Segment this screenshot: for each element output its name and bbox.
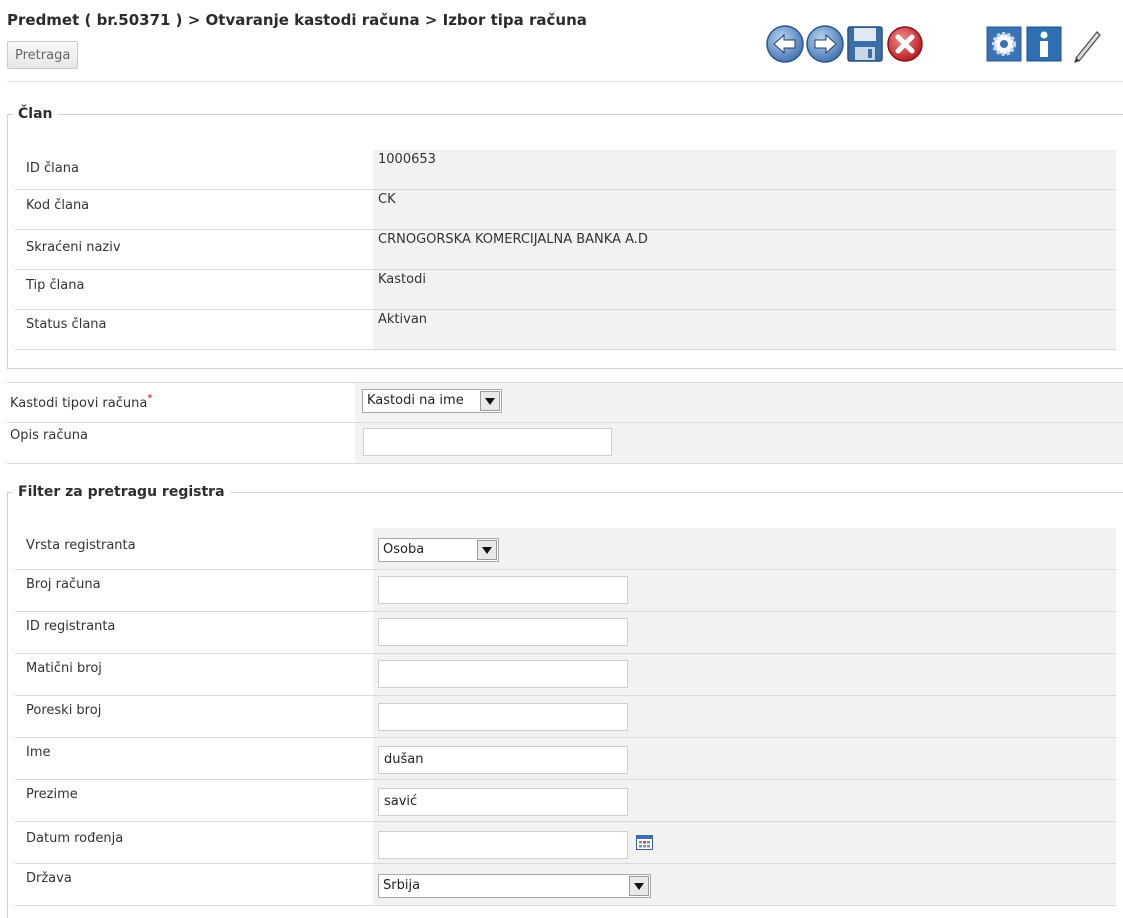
reg-number-input[interactable]: [378, 660, 628, 688]
calendar-icon[interactable]: [636, 835, 653, 850]
member-type-value: Kastodi: [378, 272, 426, 287]
info-icon[interactable]: [1024, 24, 1064, 64]
reg-number-row: Matični broj: [15, 654, 1116, 696]
country-selected: Srbija: [383, 878, 421, 893]
registrant-id-label: ID registranta: [26, 619, 116, 634]
last-name-label: Prezime: [26, 787, 78, 802]
registrant-type-selected: Osoba: [383, 542, 425, 557]
forward-icon[interactable]: [805, 24, 845, 64]
member-id-value: 1000653: [378, 152, 436, 167]
country-select[interactable]: Srbija: [378, 874, 651, 898]
member-shortname-value: CRNOGORSKA KOMERCIJALNA BANKA A.D: [378, 232, 648, 247]
tax-number-input[interactable]: [378, 703, 628, 731]
country-row: Država Srbija: [15, 864, 1116, 906]
country-label: Država: [26, 871, 72, 886]
chevron-down-icon[interactable]: [480, 391, 500, 411]
member-status-label: Status člana: [26, 317, 107, 332]
birth-date-label: Datum rođenja: [26, 831, 124, 846]
first-name-row: Ime dušan: [15, 738, 1116, 780]
chevron-down-icon[interactable]: [629, 876, 649, 896]
toolbar: [0, 10, 1123, 70]
registrant-id-input[interactable]: [378, 618, 628, 646]
birth-date-row: Datum rođenja: [15, 822, 1116, 864]
member-row-id: ID člana 1000653: [15, 150, 1116, 190]
member-code-value: CK: [378, 192, 396, 207]
registrant-type-select[interactable]: Osoba: [378, 538, 499, 562]
filter-legend: Filter za pretragu registra: [18, 484, 225, 500]
account-number-row: Broj računa: [15, 570, 1116, 612]
account-type-label: Kastodi tipovi računa*: [10, 393, 153, 411]
back-icon[interactable]: [765, 24, 805, 64]
birth-date-input[interactable]: [378, 831, 628, 859]
tax-number-row: Poreski broj: [15, 696, 1116, 738]
tax-number-label: Poreski broj: [26, 703, 102, 718]
header-separator: [7, 81, 1123, 82]
chevron-down-icon[interactable]: [477, 540, 497, 560]
settings-icon[interactable]: [984, 24, 1024, 64]
member-row-code: Kod člana CK: [15, 190, 1116, 230]
member-shortname-label: Skraćeni naziv: [26, 240, 121, 255]
member-code-label: Kod člana: [26, 198, 90, 213]
member-id-label: ID člana: [26, 161, 79, 176]
account-desc-input[interactable]: [363, 428, 612, 456]
registrant-type-label: Vrsta registranta: [26, 538, 136, 553]
registrant-id-row: ID registranta: [15, 612, 1116, 654]
cancel-icon[interactable]: [885, 24, 925, 64]
account-desc-row: Opis računa: [7, 423, 1123, 464]
member-row-type: Tip člana Kastodi: [15, 270, 1116, 310]
account-number-label: Broj računa: [26, 577, 101, 592]
member-row-status: Status člana Aktivan: [15, 310, 1116, 350]
last-name-input[interactable]: savić: [378, 788, 628, 816]
account-type-row: Kastodi tipovi računa* Kastodi na ime: [7, 382, 1123, 423]
member-status-value: Aktivan: [378, 312, 428, 327]
last-name-row: Prezime savić: [15, 780, 1116, 822]
account-number-input[interactable]: [378, 576, 628, 604]
required-mark: *: [147, 393, 153, 404]
member-type-label: Tip člana: [26, 278, 85, 293]
save-icon[interactable]: [845, 24, 885, 64]
account-type-selected: Kastodi na ime: [367, 393, 464, 408]
account-type-select[interactable]: Kastodi na ime: [362, 389, 502, 413]
member-row-shortname: Skraćeni naziv CRNOGORSKA KOMERCIJALNA B…: [15, 230, 1116, 270]
member-legend: Član: [18, 106, 53, 122]
edit-pen-icon[interactable]: [1066, 24, 1106, 64]
first-name-input[interactable]: dušan: [378, 746, 628, 774]
account-desc-label: Opis računa: [10, 428, 88, 443]
reg-number-label: Matični broj: [26, 661, 102, 676]
registrant-type-row: Vrsta registranta Osoba: [15, 528, 1116, 570]
first-name-label: Ime: [26, 745, 51, 760]
